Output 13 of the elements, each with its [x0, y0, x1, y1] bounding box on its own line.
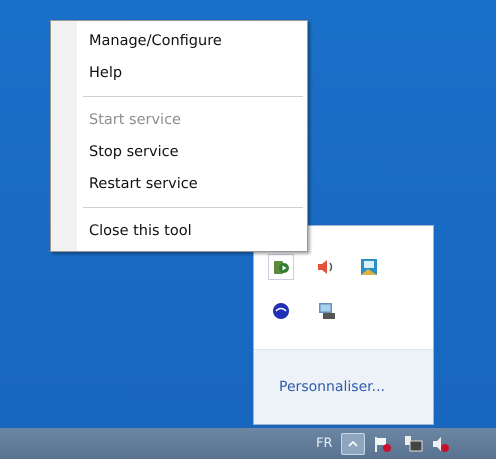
menu-item[interactable]: Restart service	[53, 168, 305, 200]
customize-link[interactable]: Personnaliser...	[279, 379, 386, 395]
network-computer-icon[interactable]	[316, 302, 336, 320]
muted-speaker-icon[interactable]	[430, 434, 451, 452]
menu-item[interactable]: Help	[53, 57, 305, 89]
menu-item[interactable]: Close this tool	[53, 215, 305, 247]
flag-icon[interactable]	[372, 434, 393, 452]
show-hidden-icons-button[interactable]	[340, 432, 365, 454]
screen-icon[interactable]	[360, 258, 378, 276]
caret-up-icon	[348, 440, 358, 446]
menu-item[interactable]: Manage/Configure	[53, 25, 305, 57]
menu-item[interactable]: Stop service	[53, 136, 305, 168]
language-indicator[interactable]: FR	[316, 436, 333, 451]
